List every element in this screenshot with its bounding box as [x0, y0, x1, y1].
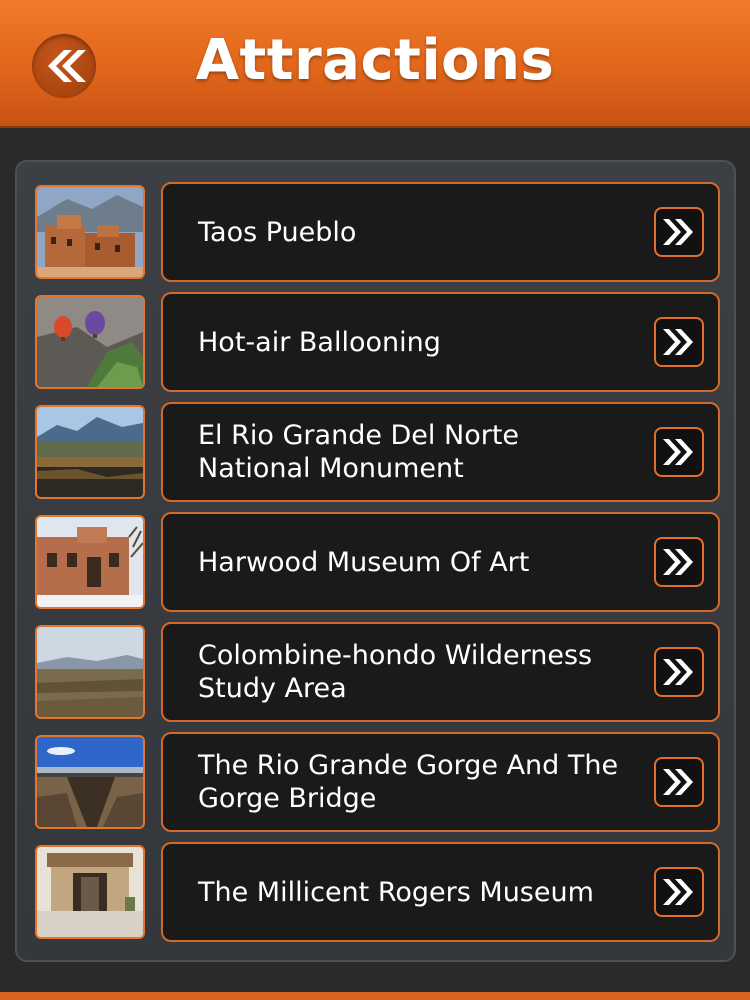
item-button[interactable]: Taos Pueblo	[161, 182, 720, 282]
double-chevron-right-icon	[663, 769, 693, 795]
item-button[interactable]: Hot-air Ballooning	[161, 292, 720, 392]
open-button[interactable]	[654, 867, 704, 917]
item-label: The Millicent Rogers Museum	[198, 876, 594, 908]
item-label: Colombine-hondo Wilderness Study Area	[198, 640, 593, 704]
list-item[interactable]: The Millicent Rogers Museum	[35, 842, 720, 942]
item-button[interactable]: The Rio Grande Gorge And The Gorge Bridg…	[161, 732, 720, 832]
double-chevron-right-icon	[663, 219, 693, 245]
open-button[interactable]	[654, 207, 704, 257]
hot-air-balloons-photo[interactable]	[35, 295, 145, 389]
list-item[interactable]: El Rio Grande Del Norte National Monumen…	[35, 402, 720, 502]
open-button[interactable]	[654, 647, 704, 697]
canyon-landscape-photo[interactable]	[35, 405, 145, 499]
open-button[interactable]	[654, 427, 704, 477]
double-chevron-right-icon	[663, 329, 693, 355]
attractions-list: Taos Pueblo Hot-air Ballooning El Rio Gr…	[15, 160, 736, 962]
item-button[interactable]: The Millicent Rogers Museum	[161, 842, 720, 942]
item-button[interactable]: Colombine-hondo Wilderness Study Area	[161, 622, 720, 722]
page-title: Attractions	[195, 28, 555, 93]
open-button[interactable]	[654, 537, 704, 587]
item-label: The Rio Grande Gorge And The Gorge Bridg…	[198, 750, 619, 814]
double-chevron-right-icon	[663, 549, 693, 575]
double-chevron-right-icon	[663, 439, 693, 465]
item-button[interactable]: El Rio Grande Del Norte National Monumen…	[161, 402, 720, 502]
open-button[interactable]	[654, 317, 704, 367]
double-chevron-right-icon	[663, 879, 693, 905]
museum-entrance-photo[interactable]	[35, 845, 145, 939]
item-label: Hot-air Ballooning	[198, 326, 441, 358]
open-button[interactable]	[654, 757, 704, 807]
list-item[interactable]: The Rio Grande Gorge And The Gorge Bridg…	[35, 732, 720, 832]
bottom-accent-bar	[0, 992, 750, 1000]
gorge-bridge-photo[interactable]	[35, 735, 145, 829]
double-chevron-right-icon	[663, 659, 693, 685]
item-button[interactable]: Harwood Museum Of Art	[161, 512, 720, 612]
list-item[interactable]: Taos Pueblo	[35, 182, 720, 282]
item-label: El Rio Grande Del Norte National Monumen…	[198, 420, 520, 484]
wilderness-landscape-photo[interactable]	[35, 625, 145, 719]
adobe-museum-photo[interactable]	[35, 515, 145, 609]
taos-pueblo-photo[interactable]	[35, 185, 145, 279]
item-label: Harwood Museum Of Art	[198, 546, 530, 578]
item-label: Taos Pueblo	[198, 216, 357, 248]
list-item[interactable]: Colombine-hondo Wilderness Study Area	[35, 622, 720, 722]
list-item[interactable]: Hot-air Ballooning	[35, 292, 720, 392]
app-header: Attractions	[0, 0, 750, 128]
list-item[interactable]: Harwood Museum Of Art	[35, 512, 720, 612]
